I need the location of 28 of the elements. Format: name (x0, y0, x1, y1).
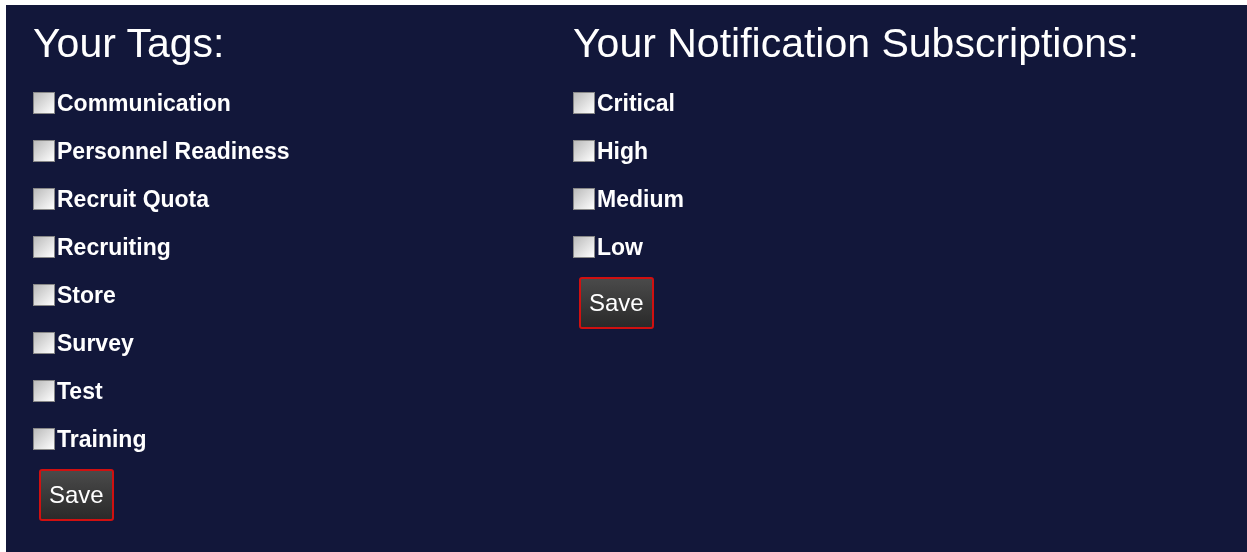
checkbox[interactable] (33, 428, 55, 450)
checkbox[interactable] (33, 140, 55, 162)
checkbox-label: Test (57, 376, 103, 406)
checkbox-label: Training (57, 424, 147, 454)
save-button[interactable]: Save (579, 277, 654, 329)
checkbox[interactable] (33, 92, 55, 114)
checkbox-label: Personnel Readiness (57, 136, 290, 166)
checkbox[interactable] (33, 284, 55, 306)
checkbox[interactable] (33, 236, 55, 258)
checkbox[interactable] (573, 188, 595, 210)
checkbox-label: Medium (597, 184, 684, 214)
checkbox-label: Recruit Quota (57, 184, 210, 214)
checkbox[interactable] (573, 140, 595, 162)
checkbox[interactable] (33, 380, 55, 402)
checkbox[interactable] (573, 92, 595, 114)
checkbox[interactable] (33, 188, 55, 210)
checkbox-label: Critical (597, 88, 675, 118)
section-heading: Your Notification Subscriptions: (573, 19, 1139, 67)
checkbox-label: Low (597, 232, 643, 262)
checkbox[interactable] (33, 332, 55, 354)
checkbox-label: Store (57, 280, 116, 310)
checkbox-label: High (597, 136, 649, 166)
checkbox-label: Survey (57, 328, 134, 358)
save-button[interactable]: Save (39, 469, 114, 521)
checkbox-label: Recruiting (57, 232, 171, 262)
checkbox[interactable] (573, 236, 595, 258)
checkbox-label: Communication (57, 88, 231, 118)
section-heading: Your Tags: (33, 19, 226, 67)
